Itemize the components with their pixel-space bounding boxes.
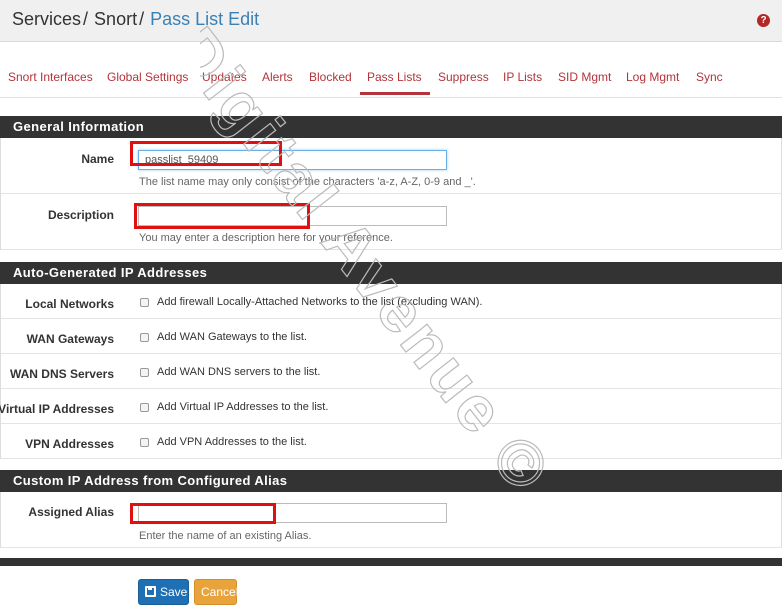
tab-ip-lists[interactable]: IP Lists [503, 70, 542, 84]
wan-dns-checkbox[interactable] [140, 368, 149, 377]
local-networks-row: Local Networks Add firewall Locally-Atta… [1, 284, 782, 319]
tab-log-mgmt[interactable]: Log Mgmt [626, 70, 679, 84]
footer-divider [0, 558, 782, 566]
wan-gateways-text: Add WAN Gateways to the list. [157, 331, 307, 343]
wan-dns-row: WAN DNS Servers Add WAN DNS servers to t… [1, 354, 782, 389]
description-label: Description [47, 208, 114, 222]
tab-updates[interactable]: Updates [202, 70, 247, 84]
breadcrumb-snort[interactable]: Snort [94, 9, 137, 29]
assigned-alias-label: Assigned Alias [28, 505, 114, 519]
vpn-text: Add VPN Addresses to the list. [157, 436, 307, 448]
virtual-ip-checkbox[interactable] [140, 403, 149, 412]
wan-gateways-label: WAN Gateways [26, 332, 114, 346]
tab-sid-mgmt[interactable]: SID Mgmt [558, 70, 611, 84]
description-row: Description You may enter a description … [1, 194, 782, 250]
alias-panel: Assigned Alias Enter the name of an exis… [0, 492, 782, 548]
tab-sync[interactable]: Sync [696, 70, 723, 84]
save-label: Save [160, 585, 188, 599]
virtual-ip-row: Virtual IP Addresses Add Virtual IP Addr… [0, 389, 782, 424]
active-tab-indicator [360, 92, 430, 95]
general-panel: Name The list name may only consist of t… [0, 138, 782, 250]
auto-panel: Local Networks Add firewall Locally-Atta… [0, 284, 782, 459]
assigned-alias-row: Assigned Alias Enter the name of an exis… [1, 492, 782, 548]
tab-blocked[interactable]: Blocked [309, 70, 352, 84]
help-icon[interactable]: ? [757, 14, 770, 27]
top-bar: Services / Snort / Pass List Edit ? [0, 0, 782, 42]
section-general-information: General Information [0, 116, 782, 138]
virtual-ip-label: Virtual IP Addresses [0, 402, 114, 416]
vpn-row: VPN Addresses Add VPN Addresses to the l… [1, 424, 782, 459]
tab-bar: Snort Interfaces Global Settings Updates… [0, 58, 782, 98]
wan-dns-label: WAN DNS Servers [9, 367, 114, 381]
section-auto-generated: Auto-Generated IP Addresses [0, 262, 782, 284]
highlight-description [134, 203, 310, 229]
vpn-checkbox[interactable] [140, 438, 149, 447]
tab-suppress[interactable]: Suppress [438, 70, 489, 84]
tab-alerts[interactable]: Alerts [262, 70, 293, 84]
tab-snort-interfaces[interactable]: Snort Interfaces [8, 70, 93, 84]
wan-gateways-checkbox[interactable] [140, 333, 149, 342]
tab-global-settings[interactable]: Global Settings [107, 70, 188, 84]
vpn-label: VPN Addresses [25, 437, 114, 451]
name-label: Name [81, 152, 114, 166]
tab-pass-lists[interactable]: Pass Lists [367, 70, 422, 84]
section-custom-alias: Custom IP Address from Configured Alias [0, 470, 782, 492]
wan-dns-text: Add WAN DNS servers to the list. [157, 366, 321, 378]
breadcrumb: Services / Snort / Pass List Edit [12, 9, 259, 30]
local-networks-text: Add firewall Locally-Attached Networks t… [157, 296, 483, 308]
breadcrumb-current: Pass List Edit [150, 9, 260, 29]
cancel-button[interactable]: Cancel [194, 579, 238, 605]
local-networks-label: Local Networks [25, 297, 114, 311]
save-button[interactable]: Save [138, 579, 189, 605]
assigned-alias-help-text: Enter the name of an existing Alias. [139, 530, 312, 542]
name-row: Name The list name may only consist of t… [1, 138, 782, 194]
breadcrumb-separator: / [83, 9, 89, 29]
breadcrumb-services[interactable]: Services [12, 9, 81, 29]
breadcrumb-separator: / [139, 9, 145, 29]
save-icon [145, 586, 156, 597]
name-help-text: The list name may only consist of the ch… [139, 176, 476, 188]
local-networks-checkbox[interactable] [140, 298, 149, 307]
wan-gateways-row: WAN Gateways Add WAN Gateways to the lis… [1, 319, 782, 354]
highlight-assigned-alias [130, 503, 276, 524]
highlight-name [130, 141, 282, 166]
description-help-text: You may enter a description here for you… [139, 232, 393, 244]
virtual-ip-text: Add Virtual IP Addresses to the list. [157, 401, 329, 413]
